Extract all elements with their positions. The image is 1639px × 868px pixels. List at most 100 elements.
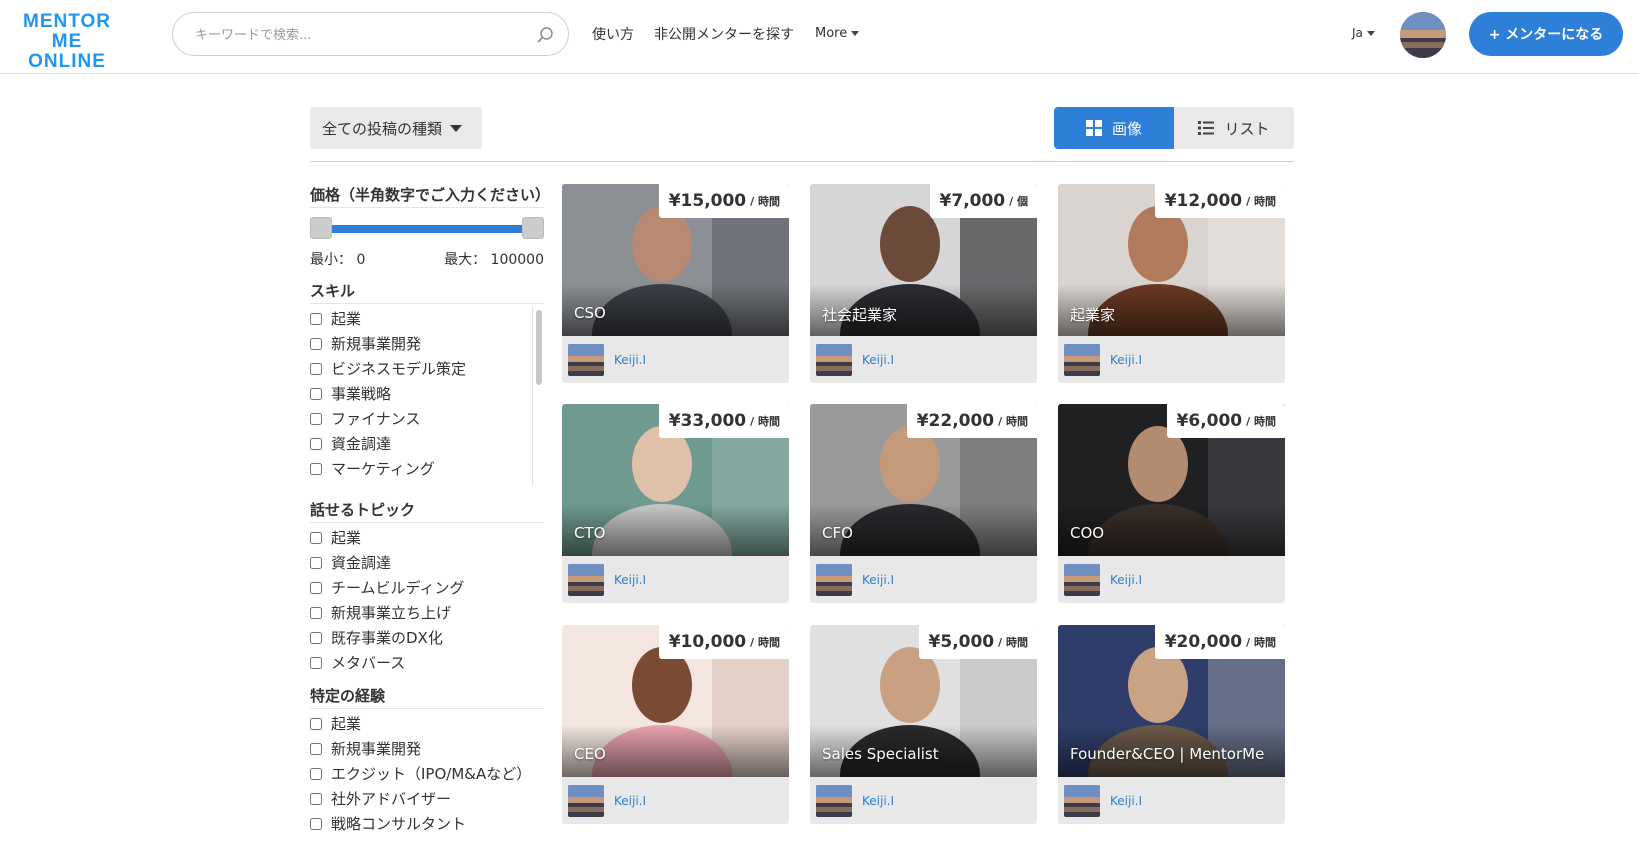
author-avatar[interactable] bbox=[816, 344, 852, 376]
view-image-button[interactable]: 画像 bbox=[1054, 107, 1174, 149]
experience-option[interactable]: エクジット（IPO/M&Aなど） bbox=[310, 761, 544, 786]
author-link[interactable]: Keiji.I bbox=[1064, 785, 1142, 817]
skill-checkbox[interactable] bbox=[310, 337, 322, 350]
author-name[interactable]: Keiji.I bbox=[614, 794, 646, 808]
topic-checkbox[interactable] bbox=[310, 581, 322, 594]
author-name[interactable]: Keiji.I bbox=[862, 573, 894, 587]
experience-checkbox[interactable] bbox=[310, 792, 322, 805]
author-avatar[interactable] bbox=[816, 785, 852, 817]
experience-checkbox[interactable] bbox=[310, 767, 322, 780]
language-selector[interactable]: Ja bbox=[1352, 26, 1375, 40]
price-range-slider[interactable] bbox=[310, 214, 544, 244]
author-name[interactable]: Keiji.I bbox=[614, 573, 646, 587]
experience-option[interactable]: 社外アドバイザー bbox=[310, 786, 544, 811]
mentor-card[interactable]: Founder&CEO | MentorMe ¥20,000/ 時間 Keiji.I bbox=[1058, 625, 1285, 824]
topic-checkbox[interactable] bbox=[310, 531, 322, 544]
skill-option-label: 資金調達 bbox=[331, 435, 392, 453]
author-link[interactable]: Keiji.I bbox=[1064, 564, 1142, 596]
grid-icon bbox=[1085, 120, 1102, 136]
search-icon[interactable] bbox=[536, 26, 554, 44]
mentor-card[interactable]: CFO ¥22,000/ 時間 Keiji.I bbox=[810, 404, 1037, 603]
search-input[interactable] bbox=[195, 24, 515, 46]
skill-checkbox[interactable] bbox=[310, 312, 322, 325]
mentor-card[interactable]: Sales Specialist ¥5,000/ 時間 Keiji.I bbox=[810, 625, 1037, 824]
skill-option-label: 新規事業開発 bbox=[331, 335, 422, 353]
experience-checkbox[interactable] bbox=[310, 817, 322, 830]
author-name[interactable]: Keiji.I bbox=[1110, 794, 1142, 808]
author-avatar[interactable] bbox=[1064, 344, 1100, 376]
skill-checkbox[interactable] bbox=[310, 437, 322, 450]
topic-option[interactable]: 既存事業のDX化 bbox=[310, 625, 544, 650]
price-min-handle[interactable] bbox=[310, 217, 332, 239]
skills-scroll-box: 起業新規事業開発ビジネスモデル策定 事業戦略 ファイナンス資金調達マーケティング bbox=[310, 306, 544, 486]
topic-option[interactable]: 資金調達 bbox=[310, 550, 544, 575]
author-name[interactable]: Keiji.I bbox=[862, 794, 894, 808]
author-link[interactable]: Keiji.I bbox=[568, 564, 646, 596]
skill-checkbox[interactable] bbox=[310, 362, 322, 375]
experience-list: 起業 新規事業開発 エクジット（IPO/M&Aなど） 社外アドバイザー 戦略コンサルタン… bbox=[310, 711, 544, 836]
author-avatar[interactable] bbox=[568, 344, 604, 376]
author-name[interactable]: Keiji.I bbox=[1110, 573, 1142, 587]
experience-option[interactable]: 戦略コンサルタント bbox=[310, 811, 544, 836]
skill-option[interactable]: ファイナンス bbox=[310, 406, 544, 431]
nav-how-to-use[interactable]: 使い方 bbox=[592, 24, 634, 44]
experience-checkbox[interactable] bbox=[310, 717, 322, 730]
post-type-dropdown[interactable]: 全ての投稿の種類 bbox=[310, 107, 482, 149]
view-list-button[interactable]: リスト bbox=[1174, 107, 1294, 149]
skill-option[interactable]: マーケティング bbox=[310, 456, 544, 481]
topic-option[interactable]: 起業 bbox=[310, 525, 544, 550]
experience-option[interactable]: 新規事業開発 bbox=[310, 736, 544, 761]
user-avatar[interactable] bbox=[1400, 12, 1446, 58]
mentor-card[interactable]: COO ¥6,000/ 時間 Keiji.I bbox=[1058, 404, 1285, 603]
skill-checkbox[interactable] bbox=[310, 462, 322, 475]
author-link[interactable]: Keiji.I bbox=[1064, 344, 1142, 376]
author-avatar[interactable] bbox=[568, 785, 604, 817]
author-link[interactable]: Keiji.I bbox=[816, 785, 894, 817]
skill-checkbox[interactable] bbox=[310, 387, 322, 400]
mentor-card[interactable]: CTO ¥33,000/ 時間 Keiji.I bbox=[562, 404, 789, 603]
skills-scrollbar[interactable] bbox=[532, 306, 544, 486]
logo-line-1: MENTOR ME bbox=[23, 11, 111, 52]
author-link[interactable]: Keiji.I bbox=[568, 344, 646, 376]
nav-more-dropdown[interactable]: More bbox=[815, 26, 860, 41]
skill-option[interactable]: ビジネスモデル策定 bbox=[310, 356, 544, 381]
mentor-card[interactable]: CEO ¥10,000/ 時間 Keiji.I bbox=[562, 625, 789, 824]
experience-option[interactable]: 起業 bbox=[310, 711, 544, 736]
topic-checkbox[interactable] bbox=[310, 556, 322, 569]
topic-checkbox[interactable] bbox=[310, 606, 322, 619]
author-link[interactable]: Keiji.I bbox=[816, 564, 894, 596]
topic-checkbox[interactable] bbox=[310, 656, 322, 669]
author-link[interactable]: Keiji.I bbox=[816, 344, 894, 376]
chevron-down-icon bbox=[851, 31, 860, 36]
author-avatar[interactable] bbox=[568, 564, 604, 596]
author-avatar[interactable] bbox=[1064, 785, 1100, 817]
topic-option[interactable]: チームビルディング bbox=[310, 575, 544, 600]
mentor-card[interactable]: CSO ¥15,000/ 時間 Keiji.I bbox=[562, 184, 789, 383]
topic-option[interactable]: 新規事業立ち上げ bbox=[310, 600, 544, 625]
skill-option[interactable]: 資金調達 bbox=[310, 431, 544, 456]
author-name[interactable]: Keiji.I bbox=[614, 353, 646, 367]
author-name[interactable]: Keiji.I bbox=[1110, 353, 1142, 367]
author-avatar[interactable] bbox=[1064, 564, 1100, 596]
skill-option[interactable]: 新規事業開発 bbox=[310, 331, 544, 356]
site-logo[interactable]: MENTOR ME ONLINE bbox=[8, 12, 126, 72]
search-box[interactable] bbox=[172, 12, 569, 56]
topic-option[interactable]: メタバース bbox=[310, 650, 544, 675]
topic-checkbox[interactable] bbox=[310, 631, 322, 644]
scrollbar-thumb[interactable] bbox=[536, 310, 542, 385]
become-mentor-button[interactable]: + メンターになる bbox=[1469, 12, 1623, 56]
experience-checkbox[interactable] bbox=[310, 742, 322, 755]
author-avatar[interactable] bbox=[816, 564, 852, 596]
toolbar-divider bbox=[310, 161, 1294, 162]
price-max-value: 100000 bbox=[490, 252, 544, 268]
price-range-track bbox=[322, 225, 532, 233]
skill-checkbox[interactable] bbox=[310, 412, 322, 425]
nav-private-mentors[interactable]: 非公開メンターを探す bbox=[654, 24, 794, 44]
price-max-handle[interactable] bbox=[522, 217, 544, 239]
skill-option[interactable]: 起業 bbox=[310, 306, 544, 331]
author-link[interactable]: Keiji.I bbox=[568, 785, 646, 817]
author-name[interactable]: Keiji.I bbox=[862, 353, 894, 367]
skill-option[interactable]: 事業戦略 bbox=[310, 381, 544, 406]
mentor-card[interactable]: 社会起業家 ¥7,000/ 個 Keiji.I bbox=[810, 184, 1037, 383]
mentor-card[interactable]: 起業家 ¥12,000/ 時間 Keiji.I bbox=[1058, 184, 1285, 383]
